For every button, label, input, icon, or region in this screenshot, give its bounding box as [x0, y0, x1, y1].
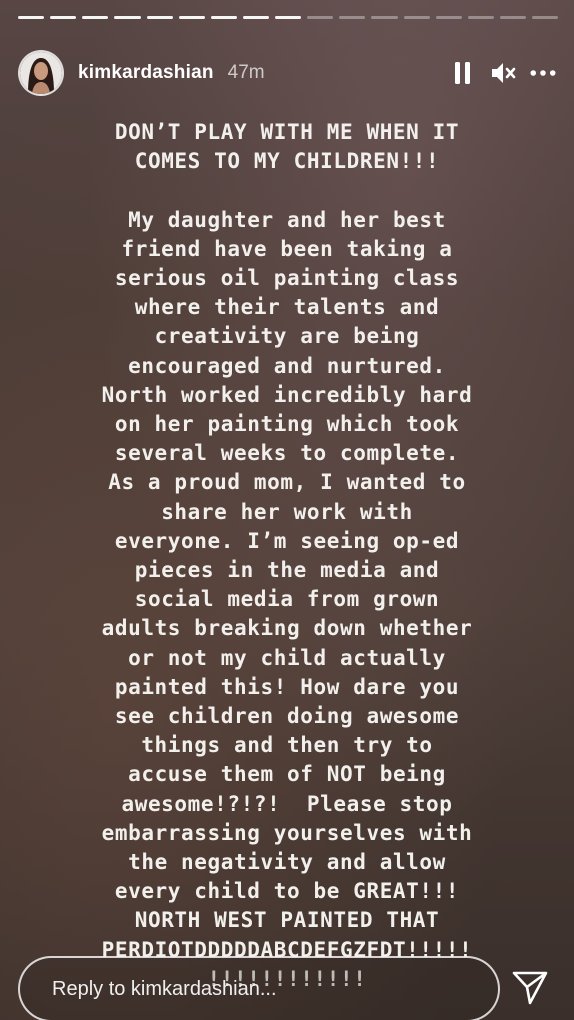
reply-bar[interactable]	[18, 956, 500, 1020]
story-text-line: where their talents and	[134, 295, 440, 320]
story-text-line: DON’T PLAY WITH ME WHEN IT	[114, 120, 460, 144]
story-text-line: pieces in the media and	[134, 558, 440, 583]
more-options-button[interactable]	[530, 60, 556, 86]
progress-segment	[307, 16, 334, 19]
progress-segment	[499, 16, 526, 19]
story-text-line: painted this! How dare you	[114, 674, 460, 699]
progress-segment	[114, 16, 141, 19]
pause-icon	[455, 62, 470, 84]
story-text-line: serious oil painting class	[114, 266, 460, 290]
progress-segment	[50, 16, 77, 19]
progress-segment	[435, 16, 462, 19]
story-text-line: awesome!?!?! Please stop	[121, 791, 453, 816]
story-text-line: adults breaking down whether	[101, 616, 473, 641]
story-text-line: embarrassing yourselves with	[101, 820, 473, 845]
story-text-line: accuse them of NOT being	[128, 762, 446, 787]
story-text-line: several weeks to complete.	[114, 441, 460, 466]
send-icon	[512, 971, 548, 1005]
story-text-line: encouraged and nurtured.	[128, 353, 446, 378]
story-text-line: things and then try to	[141, 733, 433, 758]
story-text-line: NORTH WEST PAINTED THAT	[134, 908, 440, 933]
reply-input[interactable]	[52, 977, 472, 1001]
mute-button[interactable]	[490, 60, 516, 86]
story-text-line: social media from grown	[134, 587, 440, 612]
progress-segment	[339, 16, 366, 19]
progress-segment	[210, 16, 237, 19]
avatar[interactable]	[18, 50, 64, 96]
story-text-line: on her painting which took	[114, 412, 460, 437]
story-text-line: As a proud mom, I wanted to	[108, 470, 466, 495]
speaker-muted-icon	[492, 63, 516, 83]
story-text-line: share her work with	[161, 499, 413, 524]
story-text-line: everyone. I’m seeing op-ed	[114, 528, 460, 553]
story-text-line: the negativity and allow	[128, 850, 446, 875]
progress-segment	[82, 16, 109, 19]
story-text-line: every child to be GREAT!!!	[114, 879, 460, 904]
story-header: kimkardashian 47m	[18, 48, 556, 98]
pause-button[interactable]	[450, 60, 476, 86]
progress-segment	[178, 16, 205, 19]
username[interactable]: kimkardashian	[78, 62, 214, 84]
progress-segment	[532, 16, 559, 19]
send-button[interactable]	[508, 968, 552, 1008]
story-text-line: North worked incredibly hard	[101, 382, 473, 407]
story-text-line: My daughter and her best	[128, 207, 446, 232]
story-text-line: see children doing awesome	[114, 704, 460, 729]
story-controls	[450, 60, 556, 86]
story-text-line: creativity are being	[154, 324, 420, 349]
progress-segment	[371, 16, 398, 19]
story-text-line: COMES TO MY CHILDREN!!!	[134, 149, 440, 174]
progress-segment	[467, 16, 494, 19]
profile-photo-icon	[20, 52, 62, 94]
story-text-line: or not my child actually	[128, 645, 446, 670]
progress-segment	[275, 16, 302, 19]
story-viewer[interactable]: kimkardashian 47m DON’T PLAY WITH ME WHE…	[0, 0, 574, 1020]
story-progress-bar	[18, 16, 559, 19]
more-horizontal-icon	[530, 70, 556, 76]
progress-segment	[403, 16, 430, 19]
progress-segment	[18, 16, 45, 19]
timestamp: 47m	[227, 62, 265, 83]
progress-segment	[242, 16, 269, 19]
story-text-line: friend have been taking a	[121, 236, 453, 261]
story-text: DON’T PLAY WITH ME WHEN IT COMES TO MY CH…	[0, 118, 574, 994]
progress-segment	[146, 16, 173, 19]
